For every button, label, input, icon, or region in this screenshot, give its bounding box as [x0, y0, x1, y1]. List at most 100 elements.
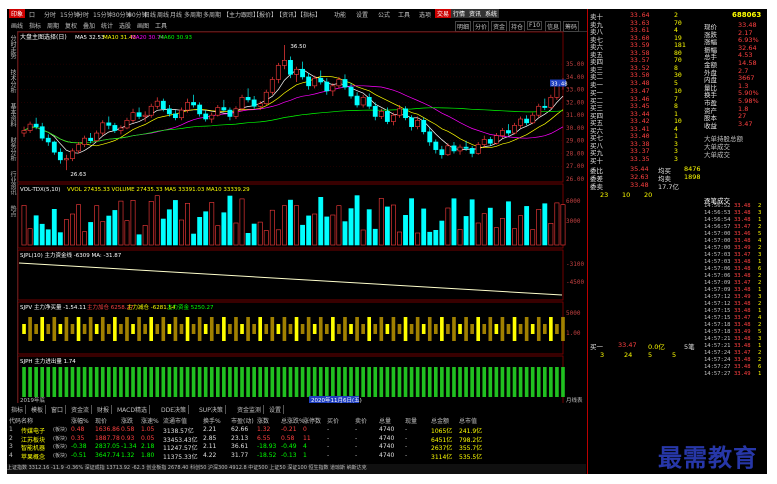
menu-item[interactable]: 功能 [334, 10, 346, 19]
column-header[interactable]: 总市值 [459, 416, 477, 425]
column-header[interactable]: 涨幅% [71, 416, 89, 425]
row-cell-ask: - [355, 451, 358, 459]
sub2-bar [173, 317, 178, 341]
volume-bar [88, 222, 94, 246]
bottom-tab[interactable]: 模板 [29, 405, 47, 414]
toolbar-item[interactable]: 复权 [65, 21, 77, 30]
column-header[interactable]: 涨跌 [121, 416, 133, 425]
row-cell-spd: 0.05 [141, 434, 155, 442]
menu-item[interactable]: 月线 [170, 10, 182, 19]
candle-body [336, 79, 342, 87]
sub2-bar [397, 324, 402, 334]
candle-body [518, 118, 524, 126]
column-header[interactable]: 涨速% [141, 416, 159, 425]
bottom-tab[interactable]: 窗口 [49, 405, 67, 414]
sub2-bar [270, 317, 275, 341]
menu-badge-3[interactable]: 系统 [483, 9, 500, 18]
trade-vol: 5 [758, 329, 762, 335]
bottom-tab[interactable]: DDE决策 [159, 405, 190, 414]
toolbar-item[interactable]: 画图 [137, 21, 149, 30]
sub2-bar [452, 317, 456, 341]
toolbar-item[interactable]: 周期 [47, 21, 59, 30]
sub2-bar [100, 317, 105, 341]
menu-item[interactable]: 15分钟 [93, 10, 113, 19]
bottom-tab[interactable]: 资金监测 [235, 405, 265, 414]
column-header[interactable]: 换手% [203, 416, 221, 425]
toolbar-item[interactable]: 选股 [119, 21, 131, 30]
volume-bar [257, 221, 263, 246]
left-tab-1[interactable]: 技术分析 [8, 69, 16, 93]
row-cell-spd: 1.05 [141, 426, 155, 433]
bottom-tab[interactable]: SUP决策 [197, 405, 226, 414]
menu-badge-0[interactable]: 交易 [435, 9, 452, 18]
column-header[interactable]: 卖价 [355, 416, 367, 425]
menu-item[interactable]: 工具 [398, 10, 410, 19]
column-header[interactable]: 总量 [379, 416, 391, 425]
trade-price: 33.48 [734, 210, 751, 216]
menu-item[interactable]: 多周期 [203, 10, 221, 19]
menu-item[interactable]: 分时 [44, 10, 56, 19]
menu-item[interactable]: 【指标】 [297, 10, 321, 19]
toolbar-item[interactable]: 叠加 [83, 21, 95, 30]
chart-area[interactable]: 35.00 34.00 33.00 32.00 31.00 30.00 29.00 28.00… [17, 31, 586, 405]
column-header[interactable]: 市盈(动) [231, 416, 254, 425]
sub3-bar [524, 367, 529, 397]
sub3-bar [88, 367, 93, 397]
left-tab-3[interactable]: 财务分析 [8, 137, 16, 161]
sub3-bar [106, 367, 111, 397]
column-header[interactable]: 涨停数 [303, 416, 321, 425]
column-header[interactable]: 涨数 [257, 416, 269, 425]
column-header[interactable]: 总金额 [431, 416, 449, 425]
trade-vol: 2 [758, 280, 762, 286]
candle-body [493, 135, 499, 144]
menu-badge-1[interactable]: 行情 [451, 9, 468, 18]
column-header[interactable]: 现价 [95, 416, 107, 425]
sub3-bar [488, 367, 493, 397]
quote-value: 3.47 [738, 119, 753, 128]
y-axis-label: 26.00 [566, 176, 584, 183]
toolbar-right-item[interactable]: F10 [527, 21, 543, 30]
row-tag: (板块) [53, 435, 67, 442]
bottom-tab[interactable]: 财报 [95, 405, 113, 414]
toolbar-item[interactable]: 画线 [11, 21, 23, 30]
toolbar-item[interactable]: 指标 [29, 21, 41, 30]
menu-item[interactable]: 分时 [77, 10, 89, 19]
left-tab-2[interactable]: 基本资料 [8, 103, 16, 127]
row-cell-chg: 1.32 [121, 451, 135, 459]
column-header[interactable]: 买价 [327, 416, 339, 425]
menu-item[interactable]: 周线 [157, 10, 169, 19]
menu-item[interactable]: 【报价】 [253, 10, 277, 19]
menu-item[interactable]: 多周期 [184, 10, 202, 19]
kline-chart-svg[interactable]: 35.00 34.00 33.00 32.00 31.00 30.00 29.00 28.00… [17, 31, 586, 405]
menu-item[interactable]: 设置 [356, 10, 368, 19]
sub2-bar [179, 324, 184, 334]
column-header[interactable]: 代码 [9, 416, 21, 425]
menu-item[interactable]: 日线 [144, 10, 156, 19]
candle-body [481, 139, 487, 145]
bottom-tab[interactable]: 指标 [9, 405, 27, 414]
bottom-tab[interactable]: 设置 [267, 405, 285, 414]
column-header[interactable]: 现量 [405, 416, 417, 425]
candle-body [403, 108, 408, 119]
candle-body [70, 150, 75, 159]
menu-item[interactable]: 口 [29, 10, 35, 19]
sub3-bar [446, 367, 450, 397]
menu-item[interactable]: 选项 [419, 10, 431, 19]
menu-item[interactable]: 公式 [378, 10, 390, 19]
left-tab-0[interactable]: 分时走势 [8, 35, 16, 59]
left-tab-5[interactable]: 热点 [8, 205, 16, 217]
bottom-tab[interactable]: 资金流 [69, 405, 93, 414]
row-cell-up: 6.55 [257, 434, 271, 442]
toolbar-item[interactable]: 统计 [101, 21, 113, 30]
column-header[interactable]: 总涨跌% [281, 416, 305, 425]
bottom-tab[interactable]: MACD精选 [115, 405, 150, 414]
candle-body [409, 117, 415, 127]
left-tab-4[interactable]: 行业资讯 [8, 171, 16, 195]
column-header[interactable]: 流通市值 [163, 416, 187, 425]
menu-badge-2[interactable]: 资讯 [467, 9, 484, 18]
volume-bar [463, 216, 469, 246]
column-header[interactable]: 名称 [21, 416, 33, 425]
row-cell-name[interactable]: 苹果概念 [21, 452, 45, 461]
toolbar-item[interactable]: 工具 [155, 21, 167, 30]
candle-body [21, 130, 27, 134]
